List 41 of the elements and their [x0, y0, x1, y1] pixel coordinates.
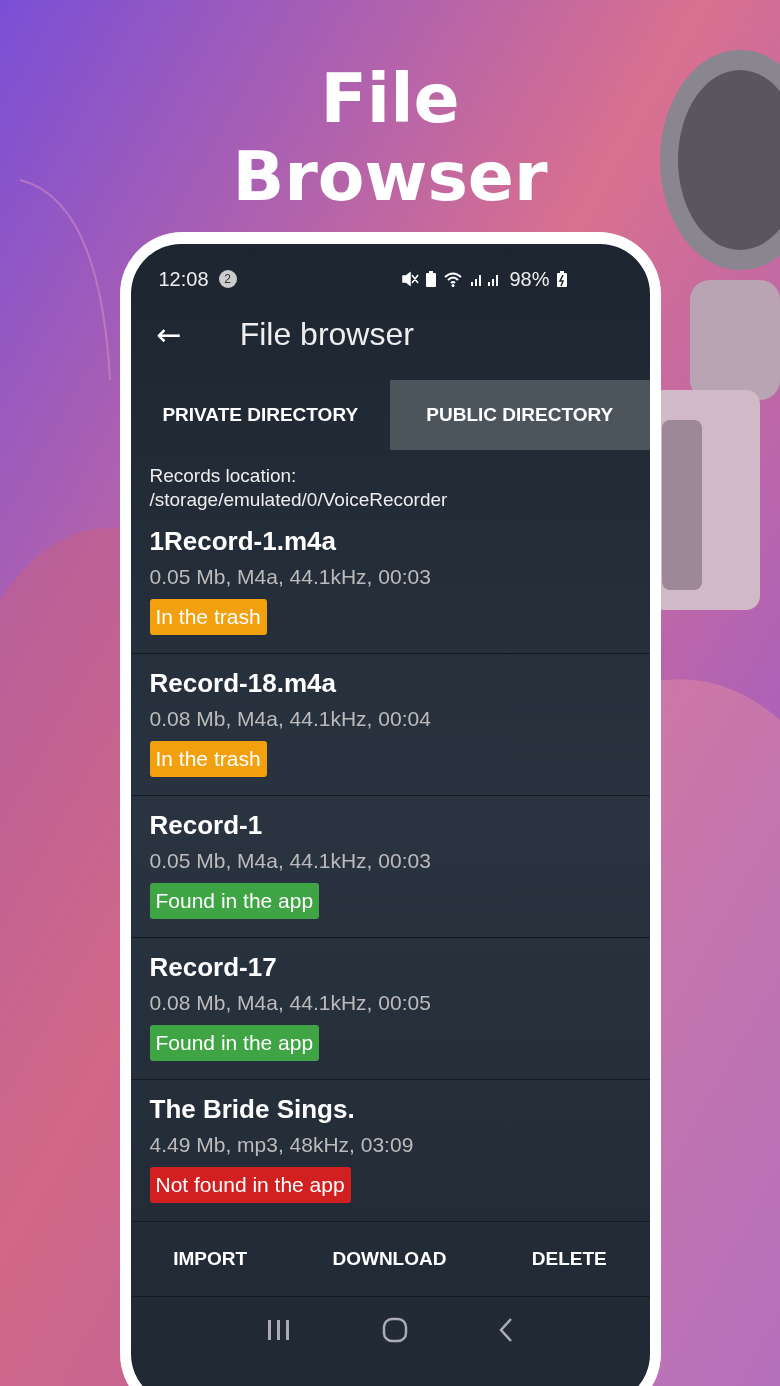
action-button[interactable]: DELETE: [521, 1234, 617, 1284]
status-tag: Found in the app: [149, 883, 320, 919]
mute-icon: [401, 270, 420, 288]
file-details: 0.05 Mb, M4a, 44.1kHz, 00:03: [149, 849, 431, 873]
file-name: The Bride Sings.: [149, 1094, 355, 1125]
file-details: 0.05 Mb, M4a, 44.1kHz, 00:03: [149, 565, 431, 589]
battery-charging-icon: [555, 270, 568, 288]
back-icon[interactable]: [498, 1317, 515, 1343]
file-name: 1Record-1.m4a: [149, 526, 336, 557]
status-tag: In the trash: [149, 599, 267, 635]
file-item[interactable]: 1Record-1.m4a 0.05 Mb, M4a, 44.1kHz, 00:03 In the trash: [130, 512, 650, 654]
file-details: 4.49 Mb, mp3, 48kHz, 03:09: [149, 1133, 414, 1157]
battery-saver-icon: [425, 270, 438, 288]
home-icon[interactable]: [382, 1317, 408, 1343]
tab[interactable]: PUBLIC DIRECTORY: [390, 380, 650, 450]
headline: Browser: [231, 138, 549, 216]
tab[interactable]: PRIVATE DIRECTORY: [130, 380, 390, 450]
screen-title: File browser: [239, 315, 414, 353]
clock: 12:08: [158, 267, 209, 291]
status-tag: Not found in the app: [149, 1167, 351, 1203]
file-item[interactable]: The Bride Sings. 4.49 Mb, mp3, 48kHz, 03:09 Not found in the app: [130, 1080, 650, 1222]
file-name: Record-18.m4a: [149, 668, 336, 699]
action-button[interactable]: IMPORT: [163, 1234, 258, 1284]
file-item[interactable]: Record-1 0.05 Mb, M4a, 44.1kHz, 00:03 Found in the app: [130, 796, 650, 938]
location-path: /storage/emulated/0/VoiceRecorder: [149, 488, 449, 512]
battery-level: 98%: [509, 267, 550, 291]
file-details: 0.08 Mb, M4a, 44.1kHz, 00:05: [149, 991, 431, 1015]
file-item[interactable]: Record-18.m4a 0.08 Mb, M4a, 44.1kHz, 00:04 In the trash: [130, 654, 650, 796]
file-name: Record-1: [149, 810, 263, 841]
location-label: Records location:: [149, 464, 298, 488]
status-tag: Found in the app: [149, 1025, 320, 1061]
headline: File: [319, 60, 461, 138]
notification-badge: 2: [218, 270, 237, 288]
wifi-icon: [443, 270, 464, 288]
recents-icon[interactable]: [265, 1318, 292, 1342]
back-button[interactable]: ←: [150, 316, 188, 352]
action-button[interactable]: DOWNLOAD: [322, 1234, 457, 1284]
status-tag: In the trash: [149, 741, 267, 777]
file-details: 0.08 Mb, M4a, 44.1kHz, 00:04: [149, 707, 431, 731]
file-item[interactable]: Record-17 0.08 Mb, M4a, 44.1kHz, 00:05 Found in the app: [130, 938, 650, 1080]
file-name: Record-17: [149, 952, 277, 983]
